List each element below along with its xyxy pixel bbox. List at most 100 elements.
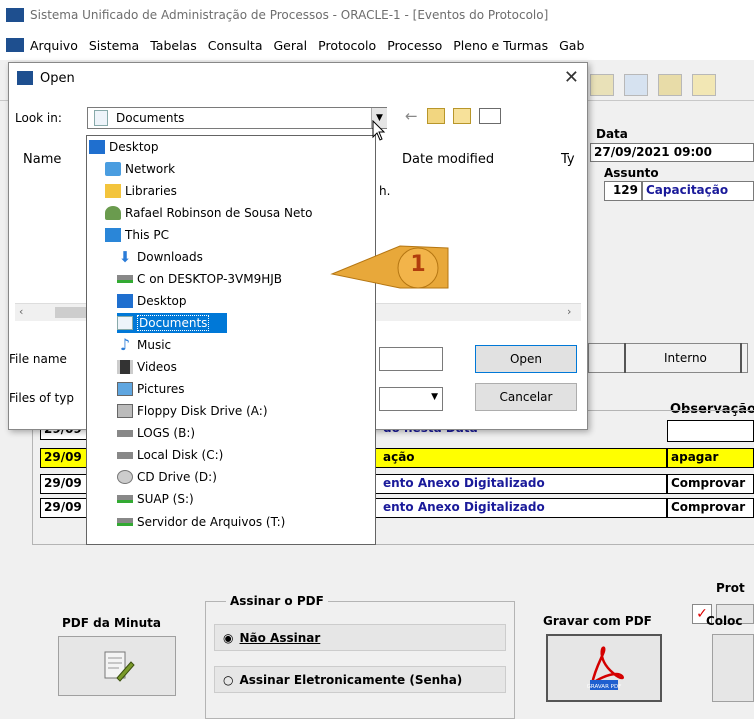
app-title: Sistema Unificado de Administração de Pr… <box>30 8 549 22</box>
desktop-icon <box>89 140 105 154</box>
desktop-icon <box>117 294 133 308</box>
cancel-button[interactable]: Cancelar <box>475 383 577 411</box>
toolbar-monitor-icon[interactable] <box>624 74 648 96</box>
scroll-right-icon[interactable]: › <box>567 305 571 318</box>
files-of-type-combo[interactable]: ▼ <box>379 387 443 411</box>
up-folder-icon[interactable] <box>427 108 445 124</box>
documents-icon <box>117 316 133 330</box>
look-in-value: Documents <box>116 111 185 125</box>
list-item[interactable]: CD Drive (D:) <box>117 467 371 487</box>
callout-arrow-icon <box>330 245 449 289</box>
menu-pleno-turmas[interactable]: Pleno e Turmas <box>453 38 548 53</box>
file-name-label: File name <box>9 352 67 366</box>
proto-label: Prot <box>716 581 745 595</box>
col-type-header[interactable]: Ty <box>561 152 575 167</box>
callout-number: 1 <box>410 252 426 277</box>
hint-text: h. <box>379 184 391 198</box>
list-item[interactable]: Local Disk (C:) <box>117 445 371 465</box>
network-icon <box>105 162 121 176</box>
look-in-dropdown-list: Desktop Network Libraries Rafael Robinso… <box>86 135 376 545</box>
list-item-selected[interactable]: Documents <box>117 313 227 333</box>
data-label: Data <box>596 127 628 141</box>
file-name-input[interactable] <box>379 347 443 371</box>
libraries-icon <box>105 184 121 198</box>
list-item[interactable]: Libraries <box>105 181 371 201</box>
menu-geral[interactable]: Geral <box>274 38 308 53</box>
network-drive-icon <box>117 275 133 283</box>
tab-divider <box>624 343 626 373</box>
app-menu-icon[interactable] <box>6 38 24 52</box>
close-icon[interactable]: ✕ <box>564 67 579 88</box>
list-item[interactable]: ♪ Music <box>117 335 371 355</box>
list-item[interactable]: Floppy Disk Drive (A:) <box>117 401 371 421</box>
menu-arquivo[interactable]: Arquivo <box>30 38 78 53</box>
open-button[interactable]: Open <box>475 345 577 373</box>
files-of-type-label: Files of typ <box>9 391 74 405</box>
list-item[interactable]: Pictures <box>117 379 371 399</box>
menu-bar: Arquivo Sistema Tabelas Consulta Geral P… <box>0 30 754 60</box>
menu-tabelas[interactable]: Tabelas <box>150 38 197 53</box>
videos-icon <box>117 360 133 374</box>
gravar-pdf-button[interactable]: GRAVAR PDF <box>546 634 662 702</box>
assunto-code-field[interactable]: 129 <box>604 181 642 201</box>
assunto-text-field[interactable]: Capacitação <box>642 181 754 201</box>
gravar-pdf-label: Gravar com PDF <box>543 614 652 628</box>
menu-gab[interactable]: Gab <box>559 38 584 53</box>
pictures-icon <box>117 382 133 396</box>
list-item[interactable]: Desktop <box>117 291 371 311</box>
colocar-button[interactable] <box>712 634 754 702</box>
nao-assinar-radio[interactable]: ◉ Não Assinar <box>214 624 506 651</box>
look-in-combo[interactable]: Documents <box>87 107 387 129</box>
new-folder-icon[interactable] <box>453 108 471 124</box>
list-item[interactable]: Desktop <box>89 137 371 157</box>
menu-consulta[interactable]: Consulta <box>208 38 263 53</box>
toolbar-edit-icon[interactable] <box>658 74 682 96</box>
nao-assinar-label: Não Assinar <box>239 630 321 645</box>
menu-protocolo[interactable]: Protocolo <box>318 38 376 53</box>
list-item[interactable]: Rafael Robinson de Sousa Neto <box>105 203 371 223</box>
chevron-down-icon[interactable]: ▼ <box>431 392 438 402</box>
dialog-title: Open <box>40 70 75 86</box>
pdf-icon: GRAVAR PDF <box>587 646 624 690</box>
list-item[interactable]: Servidor de Arquivos (T:) <box>117 512 371 532</box>
tab-divider-2 <box>740 343 742 373</box>
cd-icon <box>117 470 133 484</box>
list-item[interactable]: Network <box>105 159 371 179</box>
scroll-left-icon[interactable]: ‹ <box>19 305 23 318</box>
document-pen-icon <box>104 651 135 682</box>
toolbar-folder-icon[interactable] <box>692 74 716 96</box>
back-arrow-icon[interactable]: ← <box>405 107 418 125</box>
mouse-cursor-icon <box>372 120 386 141</box>
toolbar-pencil-icon[interactable] <box>590 74 614 96</box>
tab-interno[interactable]: Interno <box>664 351 707 365</box>
view-menu-icon[interactable] <box>479 108 501 124</box>
dialog-app-icon <box>17 71 33 85</box>
assinar-eletr-radio[interactable]: ○ Assinar Eletronicamente (Senha) <box>214 666 506 693</box>
list-item[interactable]: LOGS (B:) <box>117 423 371 443</box>
assinar-groupbox <box>205 601 515 719</box>
radio-empty-icon: ○ <box>223 672 234 687</box>
col-name-header[interactable]: Name <box>23 152 61 167</box>
radio-selected-icon: ◉ <box>223 630 234 645</box>
list-item[interactable]: Videos <box>117 357 371 377</box>
documents-icon <box>94 110 108 126</box>
list-item[interactable]: SUAP (S:) <box>117 489 371 509</box>
assinar-group-label: Assinar o PDF <box>226 594 328 608</box>
gravar-icon-text: GRAVAR PDF <box>587 684 622 690</box>
dialog-title-bar: Open <box>9 63 587 93</box>
network-drive-icon <box>117 518 133 526</box>
col-date-header[interactable]: Date modified <box>402 152 494 167</box>
app-title-bar: Sistema Unificado de Administração de Pr… <box>0 0 754 30</box>
pdf-minuta-button[interactable] <box>58 636 176 696</box>
colocar-label: Coloc <box>706 614 743 628</box>
look-in-label: Look in: <box>15 111 62 125</box>
app-logo-icon <box>6 8 24 22</box>
menu-processo[interactable]: Processo <box>387 38 442 53</box>
assinar-eletr-label: Assinar Eletronicamente (Senha) <box>239 672 463 687</box>
drive-icon <box>117 429 133 437</box>
downloads-icon: ⬇ <box>118 248 132 266</box>
menu-sistema[interactable]: Sistema <box>89 38 139 53</box>
toolbar <box>590 68 754 102</box>
pc-icon <box>105 228 121 242</box>
data-field[interactable]: 27/09/2021 09:00 <box>590 143 754 162</box>
